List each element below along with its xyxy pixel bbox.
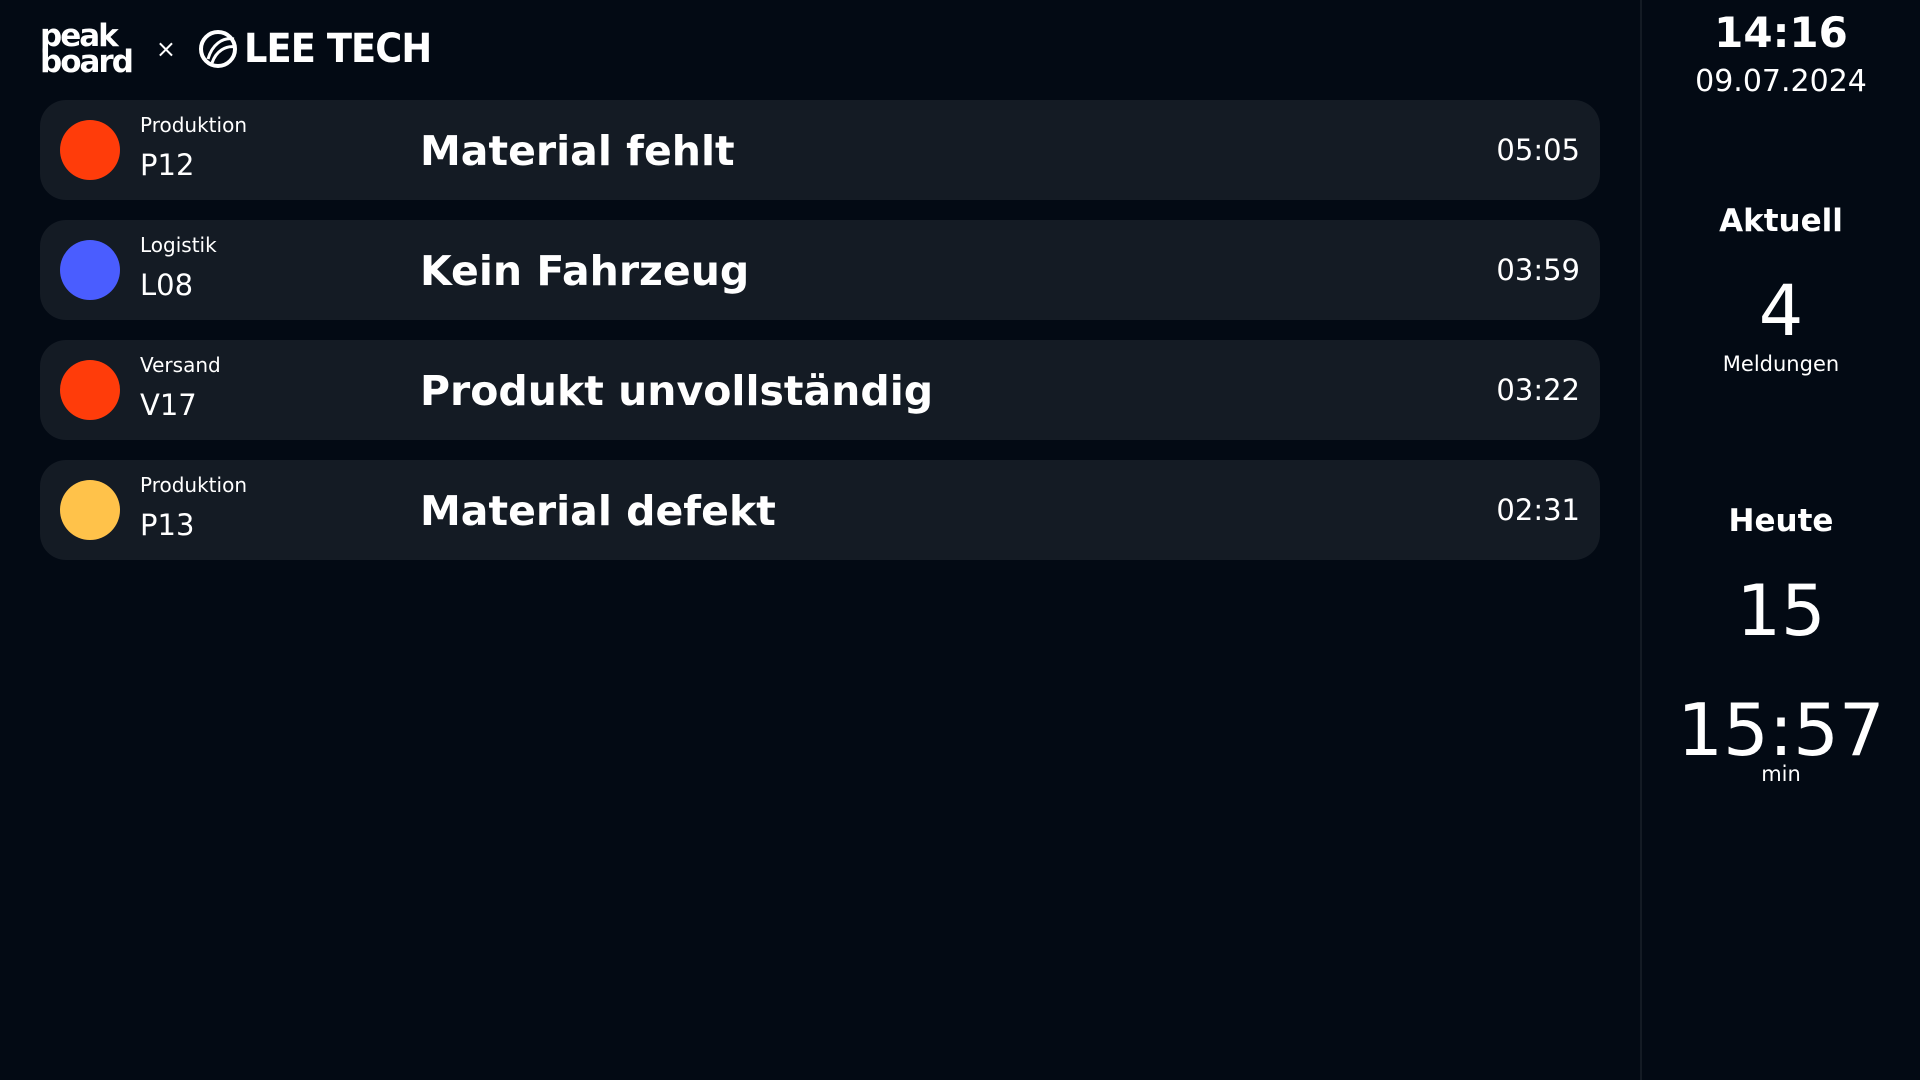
current-title: Aktuell [1719, 203, 1843, 239]
leetech-swoosh-icon [198, 29, 238, 69]
date: 09.07.2024 [1695, 64, 1867, 99]
alert-message: Kein Fahrzeug [420, 247, 750, 295]
alert-list: Produktion P12 Material fehlt 05:05 Logi… [40, 100, 1600, 580]
alert-row[interactable]: Produktion P12 Material fehlt 05:05 [40, 100, 1600, 200]
logo-separator: × [155, 35, 176, 63]
alert-department: Produktion [140, 113, 247, 137]
header: peak board × LEE TECH [40, 18, 448, 80]
current-count: 4 [1758, 270, 1804, 352]
alert-duration: 05:05 [1496, 133, 1580, 167]
alert-row[interactable]: Logistik L08 Kein Fahrzeug 03:59 [40, 220, 1600, 320]
status-dot [60, 360, 120, 420]
alert-duration: 03:59 [1496, 253, 1580, 287]
status-dot [60, 480, 120, 540]
today-total-time: 15:57 [1677, 688, 1885, 772]
today-time-unit: min [1761, 762, 1801, 786]
alert-code: L08 [140, 268, 194, 302]
status-dot [60, 120, 120, 180]
alert-message: Produkt unvollständig [420, 367, 934, 415]
leetech-logo-text: LEE TECH [244, 26, 432, 72]
main-area: peak board × LEE TECH Produktion P12 Mat… [0, 0, 1640, 1080]
alert-message: Material fehlt [420, 127, 735, 175]
alert-code: V17 [140, 388, 197, 422]
alert-duration: 02:31 [1496, 493, 1580, 527]
alert-department: Logistik [140, 233, 217, 257]
leetech-logo: LEE TECH [198, 26, 448, 72]
clock: 14:16 [1714, 8, 1848, 57]
sidebar: 14:16 09.07.2024 Aktuell 4 Meldungen Heu… [1642, 0, 1920, 1080]
alert-code: P13 [140, 508, 195, 542]
alert-duration: 03:22 [1496, 373, 1580, 407]
status-dot [60, 240, 120, 300]
alert-row[interactable]: Produktion P13 Material defekt 02:31 [40, 460, 1600, 560]
peakboard-logo-line2: board [40, 44, 134, 80]
alert-message: Material defekt [420, 487, 776, 535]
alert-department: Versand [140, 353, 221, 377]
today-count: 15 [1736, 570, 1826, 652]
current-label: Meldungen [1722, 352, 1840, 376]
peakboard-logo: peak board [40, 21, 134, 80]
alert-row[interactable]: Versand V17 Produkt unvollständig 03:22 [40, 340, 1600, 440]
alert-department: Produktion [140, 473, 247, 497]
today-title: Heute [1728, 503, 1834, 539]
alert-code: P12 [140, 148, 195, 182]
